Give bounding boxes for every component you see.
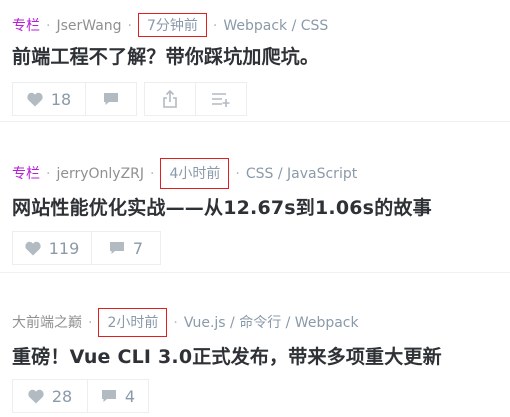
time-label: 7分钟前 [137, 13, 207, 37]
separator-dot: · [88, 315, 93, 331]
comment-icon [109, 241, 125, 255]
heart-icon [27, 92, 43, 107]
separator-dot: · [235, 166, 240, 182]
separator-dot: · [150, 166, 155, 182]
like-button[interactable]: 28 [12, 379, 88, 413]
share-icon [162, 90, 178, 108]
category-label[interactable]: 专栏 [12, 18, 40, 34]
separator-dot: · [127, 18, 132, 34]
collect-button[interactable] [195, 82, 247, 116]
article-feed: 专栏 · JserWang · 7分钟前 · Webpack / CSS 前端工程不了解？带… [0, 0, 510, 417]
like-button[interactable]: 18 [12, 82, 86, 116]
article-title[interactable]: 前端工程不了解？带你踩坑加爬坑。 [12, 42, 319, 69]
time-label: 2小时前 [98, 308, 168, 337]
author-link[interactable]: 大前端之巅 [12, 315, 82, 331]
time-label: 4小时前 [160, 158, 230, 189]
comment-icon [103, 92, 119, 106]
separator-dot: · [46, 18, 51, 34]
article-entry[interactable]: 大前端之巅 · 2小时前 · Vue.js / 命令行 / Webpack 重磅！Vue… [0, 287, 510, 417]
separator-dot: · [212, 18, 218, 34]
separator-dot: · [173, 315, 178, 331]
author-link[interactable]: jerryOnlyZRJ [56, 166, 144, 182]
comment-button[interactable]: 7 [91, 231, 161, 265]
author-link[interactable]: JserWang [56, 18, 121, 34]
comment-icon [101, 389, 117, 403]
share-button[interactable] [144, 82, 196, 116]
article-title[interactable]: 网站性能优化实战——从12.67s到1.06s的故事 [12, 193, 432, 220]
like-button[interactable]: 119 [12, 231, 92, 265]
comment-button[interactable]: 4 [87, 379, 149, 413]
category-label[interactable]: 专栏 [12, 166, 40, 182]
comment-count: 4 [124, 386, 136, 406]
entry-meta: 专栏 · JserWang · 7分钟前 · Webpack / CSS [12, 13, 328, 37]
article-entry[interactable]: 专栏 · jerryOnlyZRJ · 4小时前 · CSS / JavaScript 网站… [0, 141, 510, 273]
comment-button[interactable] [85, 82, 137, 116]
action-bar: 18 [12, 82, 247, 116]
like-count: 18 [50, 89, 72, 109]
add-to-collection-icon [211, 91, 231, 107]
separator-dot: · [46, 166, 51, 182]
article-title[interactable]: 重磅！Vue CLI 3.0正式发布，带来多项重大更新 [12, 342, 442, 369]
heart-icon [28, 389, 44, 404]
tags-link[interactable]: CSS / JavaScript [246, 166, 357, 182]
like-count: 28 [51, 386, 73, 406]
article-entry[interactable]: 专栏 · JserWang · 7分钟前 · Webpack / CSS 前端工程不了解？带… [0, 0, 510, 122]
action-bar: 28 4 [12, 379, 149, 413]
heart-icon [25, 241, 41, 256]
like-count: 119 [48, 238, 80, 258]
entry-meta: 大前端之巅 · 2小时前 · Vue.js / 命令行 / Webpack [12, 308, 359, 337]
entry-meta: 专栏 · jerryOnlyZRJ · 4小时前 · CSS / JavaScript [12, 158, 357, 189]
comment-count: 7 [132, 238, 144, 258]
action-bar: 119 7 [12, 231, 161, 265]
tags-link[interactable]: Webpack / CSS [223, 18, 328, 34]
tags-link[interactable]: Vue.js / 命令行 / Webpack [184, 315, 359, 331]
